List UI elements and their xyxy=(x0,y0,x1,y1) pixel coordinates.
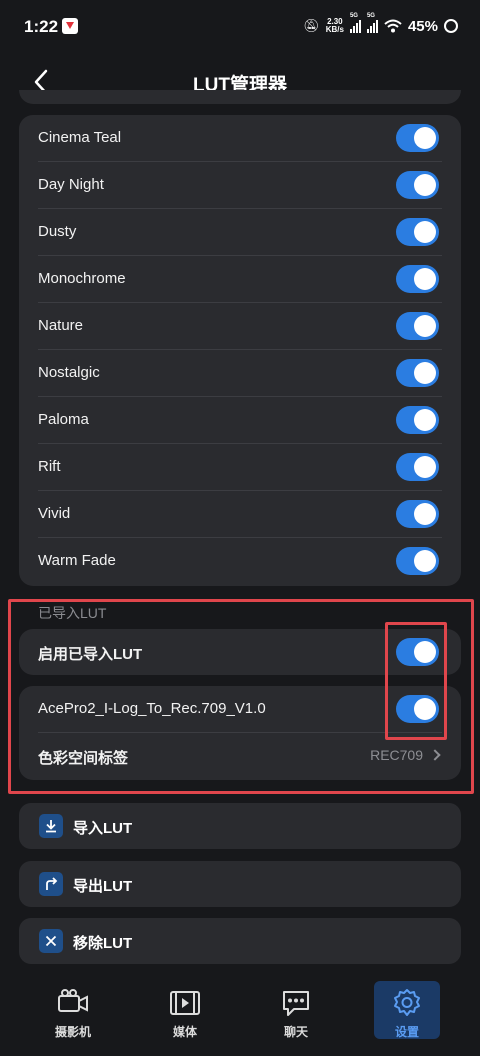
lut-toggle[interactable] xyxy=(396,124,439,152)
lut-row-rift: Rift xyxy=(19,444,461,491)
import-lut-label: 导入LUT xyxy=(73,820,133,837)
lut-name: Nature xyxy=(38,317,84,334)
export-lut-button[interactable]: 导出LUT xyxy=(19,861,461,907)
lut-row-warm-fade: Warm Fade xyxy=(19,538,461,585)
lut-row-cinema-teal: Cinema Teal xyxy=(19,115,461,162)
color-space-value: REC709 xyxy=(370,747,441,763)
network-speed-unit: KB/s xyxy=(325,25,344,34)
signal-icon-2: 5G xyxy=(366,13,378,33)
lut-name: Rift xyxy=(38,458,61,475)
chevron-right-icon xyxy=(429,749,441,761)
enable-imported-row: 启用已导入LUT xyxy=(19,629,461,676)
lut-row-monochrome: Monochrome xyxy=(19,256,461,303)
imported-lut-row: AcePro2_I-Log_To_Rec.709_V1.0 xyxy=(19,686,461,733)
lut-name: Warm Fade xyxy=(38,552,116,569)
nav-media-label: 媒体 xyxy=(172,1025,197,1039)
imported-lut-toggle[interactable] xyxy=(396,695,439,723)
import-lut-button[interactable]: 导入LUT xyxy=(19,803,461,849)
nav-chat[interactable]: 聊天 xyxy=(263,981,329,1039)
lut-list-card: Cinema Teal Day Night Dusty Monochrome N… xyxy=(19,115,461,586)
bottom-nav: 摄影机 媒体 聊天 设置 xyxy=(0,975,480,1056)
nav-camera[interactable]: 摄影机 xyxy=(40,981,106,1039)
nav-settings-label: 设置 xyxy=(394,1025,419,1039)
film-icon xyxy=(170,991,200,1015)
lut-toggle[interactable] xyxy=(396,171,439,199)
lut-toggle[interactable] xyxy=(396,500,439,528)
imported-lut-card: AcePro2_I-Log_To_Rec.709_V1.0 色彩空间标签 REC… xyxy=(19,686,461,780)
nav-settings[interactable]: 设置 xyxy=(374,981,440,1039)
wifi-icon xyxy=(384,19,402,33)
lut-row-vivid: Vivid xyxy=(19,491,461,538)
enable-imported-label: 启用已导入LUT xyxy=(38,646,143,663)
status-bar: 1:22 🔕︎ 2.30 KB/s 5G 5G 45% xyxy=(0,0,480,54)
nav-media[interactable]: 媒体 xyxy=(152,981,218,1039)
lut-toggle[interactable] xyxy=(396,312,439,340)
lut-name: Cinema Teal xyxy=(38,129,122,146)
lut-toggle[interactable] xyxy=(396,359,439,387)
lut-toggle[interactable] xyxy=(396,453,439,481)
export-lut-label: 导出LUT xyxy=(73,878,133,895)
lut-name: Day Night xyxy=(38,176,104,193)
bell-muted-icon: 🔕︎ xyxy=(303,18,320,33)
lut-name: Nostalgic xyxy=(38,364,100,381)
nav-camera-label: 摄影机 xyxy=(54,1025,91,1039)
lut-name: Vivid xyxy=(38,505,71,522)
imported-lut-name: AcePro2_I-Log_To_Rec.709_V1.0 xyxy=(38,700,266,717)
signal-type-2: 5G xyxy=(366,13,375,19)
signal-icon: 5G xyxy=(349,13,361,33)
chat-bubble-icon xyxy=(283,991,309,1016)
lut-row-dusty: Dusty xyxy=(19,209,461,256)
status-time: 1:22 xyxy=(24,17,59,36)
lut-row-nostalgic: Nostalgic xyxy=(19,350,461,397)
network-speed: 2.30 KB/s xyxy=(326,18,344,34)
close-icon xyxy=(39,929,63,953)
lut-toggle[interactable] xyxy=(396,218,439,246)
previous-card-edge xyxy=(19,90,461,104)
lut-toggle[interactable] xyxy=(396,406,439,434)
color-space-value-text: REC709 xyxy=(370,747,423,763)
download-icon xyxy=(39,814,63,838)
camera-icon xyxy=(58,989,88,1012)
lut-row-paloma: Paloma xyxy=(19,397,461,444)
lut-row-day-night: Day Night xyxy=(19,162,461,209)
remove-lut-label: 移除LUT xyxy=(73,935,133,952)
gear-icon xyxy=(394,989,420,1016)
status-indicators: 🔕︎ 2.30 KB/s 5G 5G 45% xyxy=(303,13,458,37)
enable-imported-toggle[interactable] xyxy=(396,638,439,666)
enable-imported-card: 启用已导入LUT xyxy=(19,629,461,675)
lut-toggle[interactable] xyxy=(396,547,439,575)
nav-chat-label: 聊天 xyxy=(283,1025,308,1039)
signal-type-1: 5G xyxy=(349,13,358,19)
imported-section-label: 已导入LUT xyxy=(38,605,107,621)
lut-name: Paloma xyxy=(38,411,89,428)
lut-name: Dusty xyxy=(38,223,77,240)
battery-percent: 45% xyxy=(407,17,438,35)
color-space-label: 色彩空间标签 xyxy=(38,750,129,767)
battery-icon xyxy=(444,19,458,33)
color-space-row[interactable]: 色彩空间标签 REC709 xyxy=(19,733,461,780)
export-arrow-icon xyxy=(39,872,63,896)
lut-name: Monochrome xyxy=(38,270,126,287)
lut-row-nature: Nature xyxy=(19,303,461,350)
app-notification-icon xyxy=(62,18,78,34)
remove-lut-button[interactable]: 移除LUT xyxy=(19,918,461,964)
lut-toggle[interactable] xyxy=(396,265,439,293)
